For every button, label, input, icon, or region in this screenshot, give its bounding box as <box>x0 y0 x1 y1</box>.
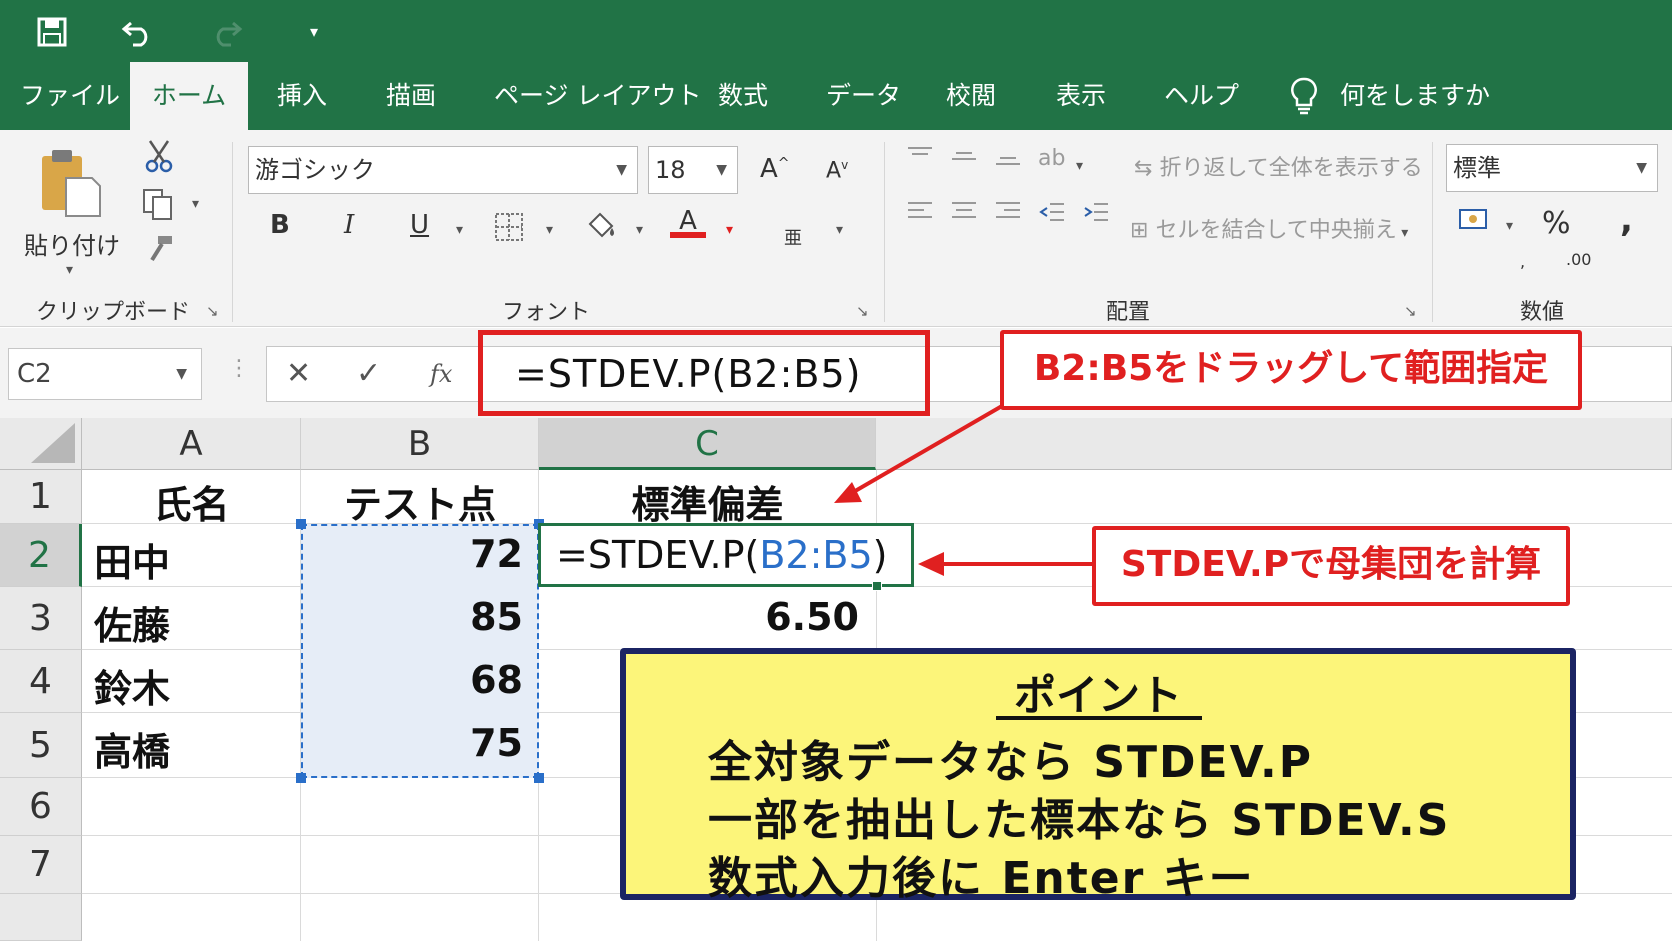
point-line-3: 数式入力後に Enter キー <box>708 853 1255 904</box>
annotation-drag-range: B2:B5をドラッグして範囲指定 <box>1000 330 1582 410</box>
point-line-1: 全対象データなら STDEV.P <box>708 737 1313 788</box>
arrow-to-c1 <box>848 404 1004 496</box>
point-note-box: ポイント 全対象データなら STDEV.P 一部を抽出した標本なら STDEV.… <box>620 648 1576 904</box>
arrow-head-icon <box>834 482 862 503</box>
point-title: ポイント <box>1013 671 1182 720</box>
arrow-head-icon <box>918 552 944 576</box>
point-line-2: 一部を抽出した標本なら STDEV.S <box>708 795 1451 846</box>
annotation-population: STDEV.Pで母集団を計算 <box>1092 526 1570 606</box>
point-title-underline <box>996 716 1202 720</box>
